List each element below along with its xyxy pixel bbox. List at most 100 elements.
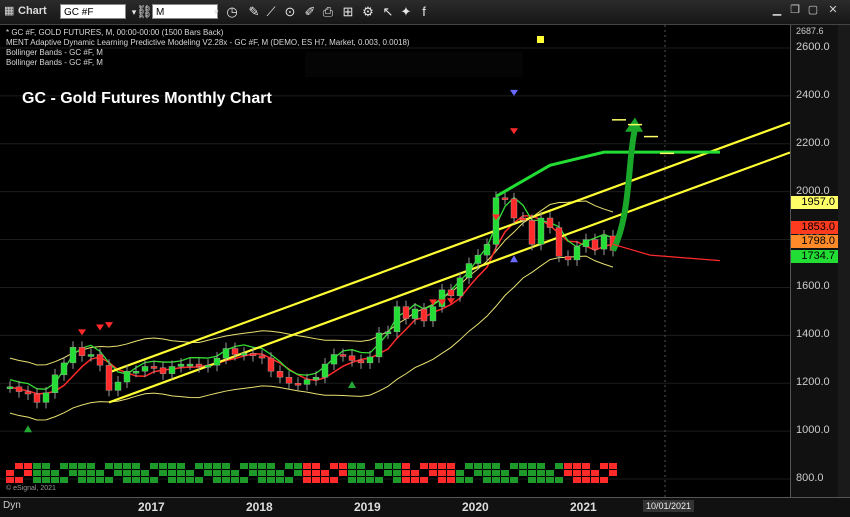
x-axis[interactable] <box>0 497 850 517</box>
signal-histogram-cell <box>159 463 167 469</box>
study-line-2: MENT Adaptive Dynamic Learning Predictiv… <box>6 38 410 47</box>
signal-histogram-cell <box>150 477 158 483</box>
signal-histogram-cell <box>69 463 77 469</box>
signal-histogram-cell <box>321 477 329 483</box>
dyn-label: Dyn <box>3 500 21 511</box>
vertical-scrollbar[interactable] <box>838 25 850 497</box>
date-tag: 10/01/2021 <box>643 500 695 512</box>
candle-body <box>348 355 356 361</box>
grid-icon[interactable]: ⊞ <box>340 4 356 20</box>
line-icon[interactable]: ⟋ <box>263 4 279 20</box>
close-icon[interactable]: ✕ <box>826 3 840 17</box>
signal-histogram-cell <box>276 470 284 476</box>
candle-body <box>213 357 221 366</box>
signal-histogram-cell <box>285 463 293 469</box>
candle-body <box>555 227 563 257</box>
signal-histogram-cell <box>15 477 23 483</box>
candle-body <box>24 391 32 395</box>
signal-histogram-cell <box>375 463 383 469</box>
signal-histogram-cell <box>537 470 545 476</box>
candle-body <box>303 379 311 385</box>
signal-histogram-cell <box>60 463 68 469</box>
brush-icon[interactable]: ✐ <box>302 4 318 20</box>
chart-title: GC - Gold Futures Monthly Chart <box>22 90 272 107</box>
signal-histogram-cell <box>492 463 500 469</box>
signal-histogram-cell <box>267 470 275 476</box>
chart-icon[interactable]: ▦ <box>4 3 14 20</box>
signal-histogram-cell <box>537 477 545 483</box>
x-tick-2019: 2019 <box>354 500 381 514</box>
buy-signal-marker <box>24 425 32 433</box>
signal-histogram-cell <box>186 477 194 483</box>
symbol-input[interactable]: GC #F <box>60 4 126 19</box>
signal-histogram-cell <box>222 463 230 469</box>
restore-icon[interactable]: ❐ <box>788 3 802 17</box>
pencil-icon[interactable]: ✎ <box>246 4 262 20</box>
candle-body <box>33 393 41 403</box>
signal-histogram-cell <box>51 477 59 483</box>
y-tick-label: 2600.0 <box>796 41 830 53</box>
candle-body <box>393 306 401 332</box>
candle-body <box>105 365 113 391</box>
signal-histogram-cell <box>573 463 581 469</box>
maximize-icon[interactable]: ▢ <box>806 3 820 17</box>
signal-histogram-cell <box>276 477 284 483</box>
candle-body <box>114 381 122 391</box>
candle-body <box>474 254 482 264</box>
circle-icon[interactable]: ⊙ <box>282 4 298 20</box>
candle-body <box>357 360 365 364</box>
candle-body <box>51 374 59 394</box>
y-top-label: 2687.6 <box>796 26 824 36</box>
candle-body <box>87 354 95 357</box>
cursor-icon[interactable]: ↖ <box>380 4 396 20</box>
signal-histogram-cell <box>249 470 257 476</box>
signal-histogram-cell <box>213 463 221 469</box>
candle-body <box>285 377 293 384</box>
candle-body <box>150 366 158 369</box>
signal-histogram-cell <box>384 463 392 469</box>
signal-histogram-cell <box>591 477 599 483</box>
facebook-icon[interactable]: f <box>416 4 432 20</box>
clock-icon[interactable]: ◷ <box>224 4 240 20</box>
candle-body <box>600 235 608 250</box>
signal-histogram-cell <box>483 463 491 469</box>
minimize-icon[interactable]: ▁ <box>770 3 784 17</box>
candle-body <box>375 332 383 358</box>
signal-histogram-cell <box>420 463 428 469</box>
signal-histogram-cell <box>546 477 554 483</box>
signal-histogram-cell <box>87 477 95 483</box>
candle-body <box>249 353 257 356</box>
candle-body <box>60 362 68 376</box>
signal-histogram-cell <box>438 463 446 469</box>
signal-histogram-cell <box>600 477 608 483</box>
candle-body <box>537 217 545 245</box>
link-icon[interactable]: ⛓ <box>136 4 153 20</box>
candle-body <box>501 197 509 200</box>
signal-histogram-cell <box>78 470 86 476</box>
signal-histogram-cell <box>348 477 356 483</box>
toolbar: ▦ Chart GC #F ▾ ⛓ M ▾ ◷ ✎ ⟋ ⊙ ✐ ⎙ ⊞ ⚙ ↖ … <box>0 0 850 25</box>
twitter-icon[interactable]: ✦ <box>398 4 414 20</box>
candle-body <box>429 306 437 322</box>
signal-histogram-cell <box>123 477 131 483</box>
signal-histogram-cell <box>204 463 212 469</box>
candle-body <box>69 347 77 364</box>
signal-histogram-cell <box>591 470 599 476</box>
signal-histogram-cell <box>69 470 77 476</box>
settings-icon[interactable]: ⚙ <box>360 4 376 20</box>
signal-histogram-cell <box>132 470 140 476</box>
candle-body <box>456 277 464 297</box>
y-tick-label: 1200.0 <box>796 376 830 389</box>
signal-histogram-cell <box>348 470 356 476</box>
y-tick-label: 1000.0 <box>796 424 830 437</box>
camera-icon[interactable]: ⎙ <box>320 4 336 20</box>
candle-body <box>420 308 428 322</box>
candle-body <box>294 383 302 386</box>
interval-dropdown-icon[interactable]: ▾ <box>208 4 224 20</box>
candle-body <box>411 308 419 319</box>
sell-signal-marker <box>96 324 104 331</box>
signal-histogram-cell <box>114 470 122 476</box>
signal-histogram-cell <box>267 477 275 483</box>
candle-body <box>402 306 410 319</box>
signal-histogram-cell <box>528 470 536 476</box>
